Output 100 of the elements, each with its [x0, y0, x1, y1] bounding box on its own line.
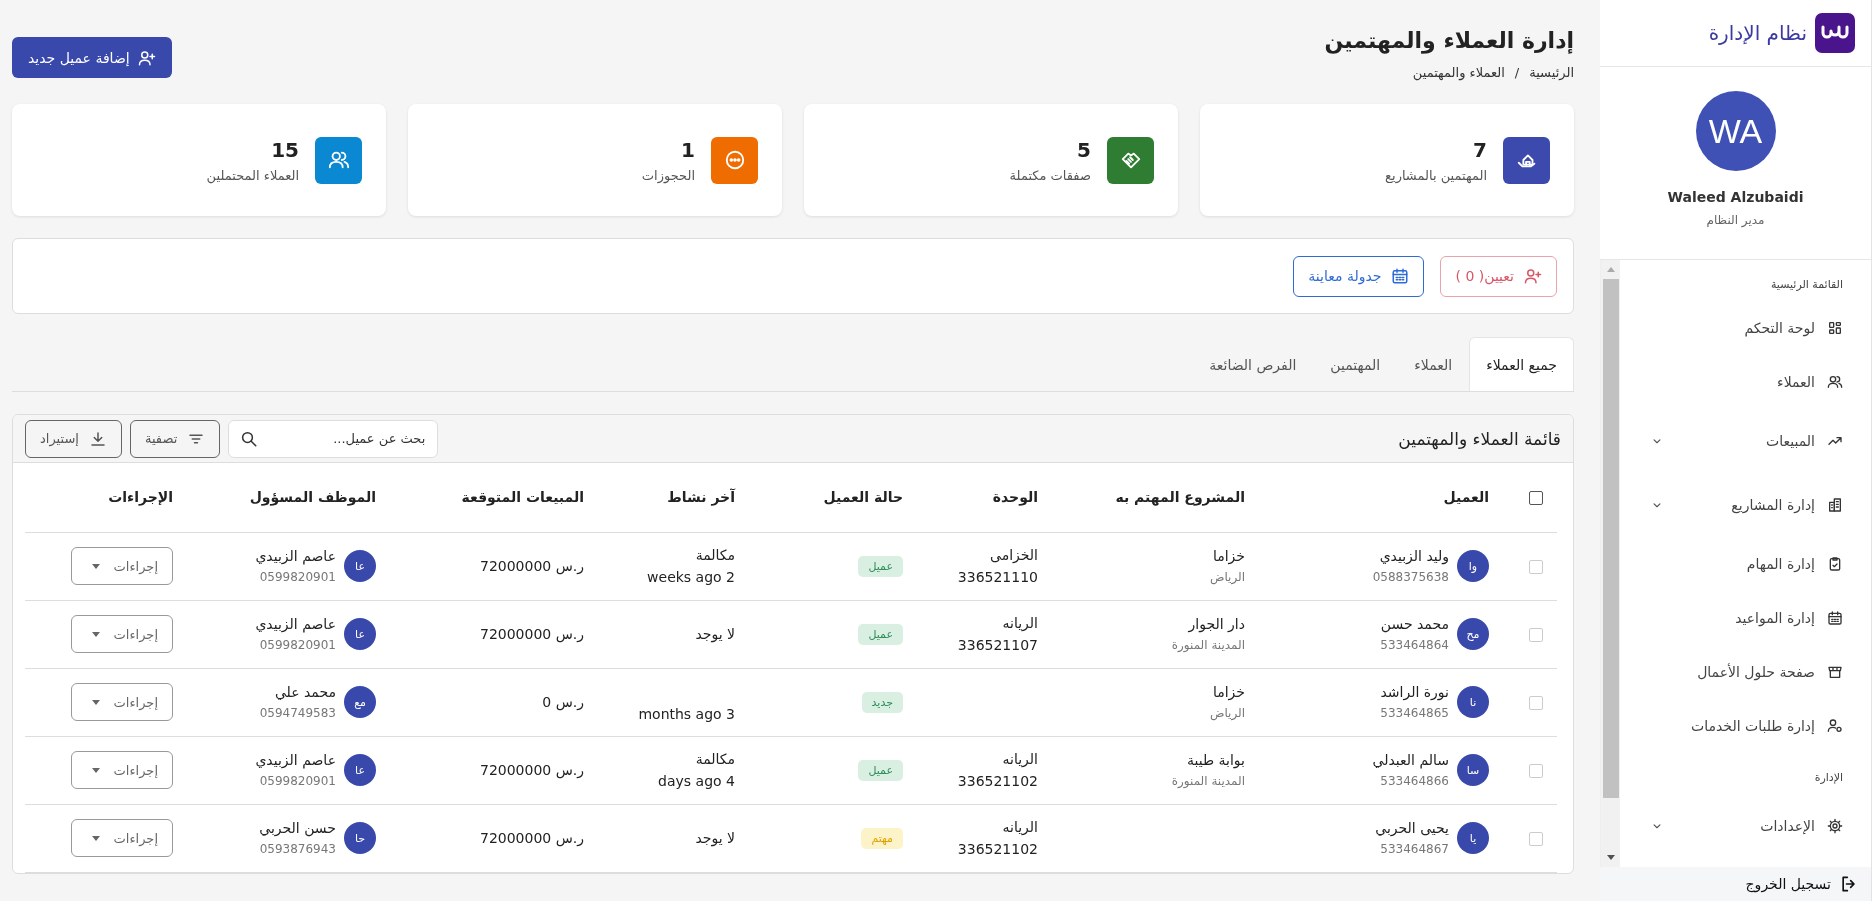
tab[interactable]: الفرص الضائعة [1192, 337, 1314, 391]
client-name: يحيى الحربي [1375, 820, 1449, 836]
project-city: المدينة المنورة [1170, 638, 1245, 652]
actions-dropdown[interactable]: إجراءات [70, 615, 173, 653]
employee-avatar: مع [344, 686, 376, 718]
logout-button[interactable]: تسجيل الخروج [1600, 867, 1871, 901]
menu-label: لوحة التحكم [1743, 320, 1815, 336]
breadcrumb-current: العملاء والمهتمين [1412, 65, 1505, 80]
column-header: المشروع المهتم به [1115, 489, 1245, 506]
unit-number: 336521102 [956, 773, 1038, 789]
status-badge: عميل [858, 555, 903, 577]
menu-item[interactable]: الإعدادات [1630, 794, 1843, 858]
project-name: دار الجوار [1187, 616, 1245, 632]
client-avatar: وا [1457, 550, 1489, 582]
status-badge: جديد [861, 691, 903, 713]
actions-dropdown[interactable]: إجراءات [70, 547, 173, 585]
menu-item[interactable]: إدارة طلبات الخدمات [1630, 699, 1843, 753]
employee-avatar: عا [344, 754, 376, 786]
actions-dropdown[interactable]: إجراءات [70, 751, 173, 789]
column-header: آخر نشاط [667, 489, 735, 506]
actions-dropdown[interactable]: إجراءات [70, 819, 173, 857]
user-name: Waleed Alzubaidi [1667, 189, 1804, 205]
select-all-checkbox[interactable] [1529, 491, 1543, 506]
import-button[interactable]: إستيراد [25, 419, 122, 458]
row-checkbox[interactable] [1529, 832, 1543, 846]
row-checkbox[interactable] [1529, 560, 1543, 574]
client-name: وليد الزبيدي [1378, 548, 1449, 564]
menu-label: إدارة المواعيد [1734, 610, 1815, 626]
status-badge: عميل [858, 623, 903, 645]
row-checkbox[interactable] [1529, 696, 1543, 710]
list-title: قائمة العملاء والمهتمين [1398, 428, 1561, 449]
expected-sales: ر.س 72000000 [479, 762, 584, 778]
user-avatar: WA [1695, 91, 1776, 171]
stat-value: 7 [1472, 137, 1487, 162]
actions-dropdown[interactable]: إجراءات [70, 683, 173, 721]
client-avatar: سا [1457, 754, 1489, 786]
menu-label: العملاء [1776, 374, 1815, 390]
employee-name: عاصم الزبيدي [255, 752, 336, 768]
project-name: بوابة طيبة [1186, 752, 1245, 768]
stat-label: صفقات مكتملة [1009, 167, 1091, 183]
menu-item[interactable]: إدارة المهام [1630, 537, 1843, 591]
users-icon [1827, 374, 1843, 390]
project-name: خزاما [1211, 684, 1245, 700]
breadcrumb-link[interactable]: الرئيسية [1529, 65, 1574, 80]
unit-number: 336521110 [956, 569, 1038, 585]
breadcrumb-separator: / [1514, 65, 1520, 80]
clipboard-check-icon [1827, 556, 1843, 572]
add-client-button[interactable]: إضافة عميل جديد [12, 37, 172, 78]
menu-label: إدارة المشاريع [1730, 497, 1815, 513]
unit-name: الريانه [1001, 819, 1038, 835]
menu-label: المبيعات [1765, 433, 1815, 449]
tab[interactable]: جميع العملاء [1469, 337, 1574, 391]
status-badge: مهتم [861, 827, 903, 849]
employee-phone: 0599820901 [258, 638, 336, 652]
expected-sales: ر.س 72000000 [479, 626, 584, 642]
employee-phone: 0593876943 [259, 842, 336, 856]
search-icon [240, 429, 259, 448]
project-city: المدينة المنورة [1170, 774, 1245, 788]
row-checkbox[interactable] [1529, 764, 1543, 778]
client-phone: 533464866 [1379, 774, 1449, 788]
row-checkbox[interactable] [1529, 628, 1543, 642]
scrollbar[interactable] [1600, 260, 1620, 867]
client-phone: 533464867 [1379, 842, 1449, 856]
menu-item[interactable]: لوحة التحكم [1630, 301, 1843, 355]
client-phone: 533464865 [1380, 706, 1449, 720]
calendar-icon [1827, 610, 1843, 626]
caret-icon [91, 835, 100, 841]
tab[interactable]: العملاء [1397, 337, 1470, 391]
employee-name: عاصم الزبيدي [255, 548, 336, 564]
client-name: محمد حسن [1380, 616, 1449, 632]
tab[interactable]: المهتمين [1313, 337, 1398, 391]
menu-item[interactable]: إدارة المشاريع [1630, 473, 1843, 537]
menu-item[interactable]: العملاء [1630, 355, 1843, 409]
menu-section-title: القائمة الرئيسية [1769, 278, 1843, 291]
activity-type: لا يوجد [694, 626, 735, 642]
stat-value: 5 [1076, 137, 1091, 162]
project-name: خزاما [1211, 548, 1245, 564]
menu-label: إدارة المهام [1745, 556, 1815, 572]
menu-item[interactable]: إدارة المواعيد [1630, 591, 1843, 645]
filter-button[interactable]: تصفية [129, 419, 221, 458]
expected-sales: ر.س 72000000 [479, 830, 584, 846]
menu-item[interactable]: المبيعات [1630, 409, 1843, 473]
buildings-icon [1827, 497, 1843, 513]
search-field[interactable]: بحث عن عميل... [228, 419, 439, 458]
employee-name: محمد علي [273, 684, 336, 700]
menu-label: الإعدادات [1759, 818, 1815, 834]
unit-number: 336521102 [956, 841, 1038, 857]
settings-icon [1827, 818, 1843, 834]
employee-avatar: عا [344, 618, 376, 650]
stat-label: المهتمين بالمشاريع [1385, 167, 1487, 183]
schedule-viewing-button[interactable]: جدولة معاينة [1293, 255, 1425, 297]
stat-label: الحجوزات [641, 167, 695, 183]
page-title: إدارة العملاء والمهتمين [1324, 28, 1574, 53]
assign-button[interactable]: تعيين( 0 ) [1440, 255, 1557, 297]
user-gear-icon [1827, 718, 1843, 734]
employee-name: عاصم الزبيدي [255, 616, 336, 632]
menu-item[interactable]: صفحة حلول الأعمال [1630, 645, 1843, 699]
unit-number: 336521107 [956, 637, 1038, 653]
app-title: نظام الإدارة [1708, 21, 1807, 45]
activity-time: months ago 3 [637, 705, 735, 722]
